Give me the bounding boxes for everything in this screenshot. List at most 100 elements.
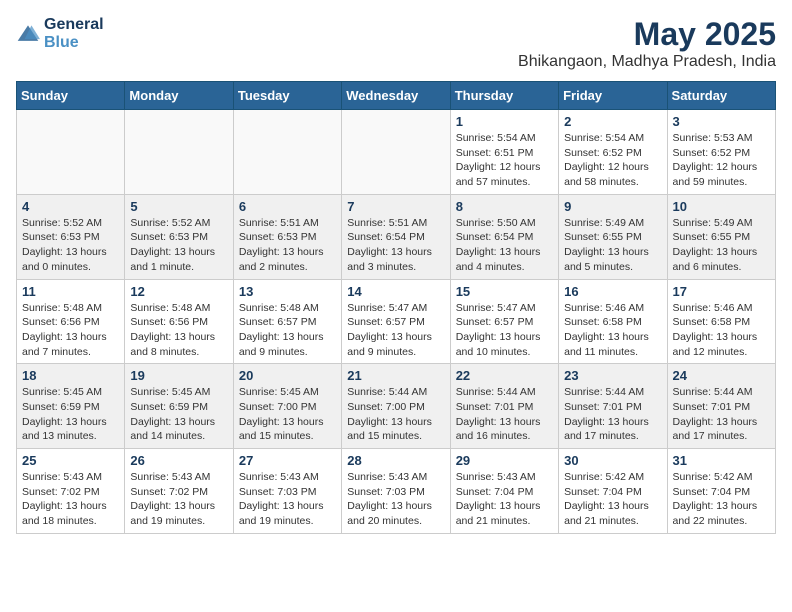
day-info: Sunrise: 5:52 AM Sunset: 6:53 PM Dayligh… bbox=[22, 216, 119, 275]
calendar-cell: 13 Sunrise: 5:48 AM Sunset: 6:57 PM Dayli… bbox=[233, 279, 341, 364]
day-number: 17 bbox=[673, 284, 770, 299]
calendar-cell: 24 Sunrise: 5:44 AM Sunset: 7:01 PM Dayli… bbox=[667, 364, 775, 449]
day-number: 4 bbox=[22, 199, 119, 214]
calendar-cell: 31 Sunrise: 5:42 AM Sunset: 7:04 PM Dayli… bbox=[667, 449, 775, 534]
calendar-cell: 2 Sunrise: 5:54 AM Sunset: 6:52 PM Daylig… bbox=[559, 110, 667, 195]
day-info: Sunrise: 5:47 AM Sunset: 6:57 PM Dayligh… bbox=[347, 301, 444, 360]
day-number: 6 bbox=[239, 199, 336, 214]
day-number: 10 bbox=[673, 199, 770, 214]
day-info: Sunrise: 5:44 AM Sunset: 7:01 PM Dayligh… bbox=[456, 385, 553, 444]
calendar-week-row: 11 Sunrise: 5:48 AM Sunset: 6:56 PM Dayli… bbox=[17, 279, 776, 364]
day-info: Sunrise: 5:54 AM Sunset: 6:51 PM Dayligh… bbox=[456, 131, 553, 190]
day-number: 24 bbox=[673, 368, 770, 383]
day-info: Sunrise: 5:45 AM Sunset: 6:59 PM Dayligh… bbox=[22, 385, 119, 444]
weekday-header: Friday bbox=[559, 82, 667, 110]
day-info: Sunrise: 5:51 AM Sunset: 6:53 PM Dayligh… bbox=[239, 216, 336, 275]
weekday-header: Monday bbox=[125, 82, 233, 110]
day-number: 2 bbox=[564, 114, 661, 129]
title-block: May 2025 Bhikangaon, Madhya Pradesh, Ind… bbox=[518, 16, 776, 71]
calendar-cell: 10 Sunrise: 5:49 AM Sunset: 6:55 PM Dayli… bbox=[667, 194, 775, 279]
day-info: Sunrise: 5:48 AM Sunset: 6:56 PM Dayligh… bbox=[130, 301, 227, 360]
day-info: Sunrise: 5:43 AM Sunset: 7:03 PM Dayligh… bbox=[239, 470, 336, 529]
day-info: Sunrise: 5:43 AM Sunset: 7:04 PM Dayligh… bbox=[456, 470, 553, 529]
calendar-cell: 27 Sunrise: 5:43 AM Sunset: 7:03 PM Dayli… bbox=[233, 449, 341, 534]
day-info: Sunrise: 5:54 AM Sunset: 6:52 PM Dayligh… bbox=[564, 131, 661, 190]
day-number: 13 bbox=[239, 284, 336, 299]
day-info: Sunrise: 5:46 AM Sunset: 6:58 PM Dayligh… bbox=[673, 301, 770, 360]
day-info: Sunrise: 5:50 AM Sunset: 6:54 PM Dayligh… bbox=[456, 216, 553, 275]
day-number: 9 bbox=[564, 199, 661, 214]
calendar-cell: 14Sunrise: 5:47 AM Sunset: 6:57 PM Dayli… bbox=[342, 279, 450, 364]
day-info: Sunrise: 5:53 AM Sunset: 6:52 PM Dayligh… bbox=[673, 131, 770, 190]
day-info: Sunrise: 5:44 AM Sunset: 7:01 PM Dayligh… bbox=[564, 385, 661, 444]
day-number: 27 bbox=[239, 453, 336, 468]
calendar-cell: 15 Sunrise: 5:47 AM Sunset: 6:57 PM Dayli… bbox=[450, 279, 558, 364]
logo: General Blue bbox=[16, 16, 104, 52]
calendar-cell: 7Sunrise: 5:51 AM Sunset: 6:54 PM Daylig… bbox=[342, 194, 450, 279]
calendar-cell: 19Sunrise: 5:45 AM Sunset: 6:59 PM Dayli… bbox=[125, 364, 233, 449]
day-number: 18 bbox=[22, 368, 119, 383]
day-info: Sunrise: 5:46 AM Sunset: 6:58 PM Dayligh… bbox=[564, 301, 661, 360]
day-number: 15 bbox=[456, 284, 553, 299]
day-info: Sunrise: 5:43 AM Sunset: 7:02 PM Dayligh… bbox=[22, 470, 119, 529]
day-number: 30 bbox=[564, 453, 661, 468]
weekday-header: Sunday bbox=[17, 82, 125, 110]
day-info: Sunrise: 5:43 AM Sunset: 7:03 PM Dayligh… bbox=[347, 470, 444, 529]
calendar-cell: 1 Sunrise: 5:54 AM Sunset: 6:51 PM Daylig… bbox=[450, 110, 558, 195]
logo-text: General Blue bbox=[44, 16, 104, 52]
weekday-header: Thursday bbox=[450, 82, 558, 110]
day-number: 23 bbox=[564, 368, 661, 383]
calendar-cell: 9 Sunrise: 5:49 AM Sunset: 6:55 PM Daylig… bbox=[559, 194, 667, 279]
day-info: Sunrise: 5:43 AM Sunset: 7:02 PM Dayligh… bbox=[130, 470, 227, 529]
weekday-header: Wednesday bbox=[342, 82, 450, 110]
calendar-cell: 26 Sunrise: 5:43 AM Sunset: 7:02 PM Dayli… bbox=[125, 449, 233, 534]
day-number: 12 bbox=[130, 284, 227, 299]
calendar-cell: 25 Sunrise: 5:43 AM Sunset: 7:02 PM Dayli… bbox=[17, 449, 125, 534]
calendar-week-row: 1 Sunrise: 5:54 AM Sunset: 6:51 PM Daylig… bbox=[17, 110, 776, 195]
day-number: 11 bbox=[22, 284, 119, 299]
day-info: Sunrise: 5:51 AM Sunset: 6:54 PM Dayligh… bbox=[347, 216, 444, 275]
day-info: Sunrise: 5:44 AM Sunset: 7:00 PM Dayligh… bbox=[347, 385, 444, 444]
day-info: Sunrise: 5:45 AM Sunset: 7:00 PM Dayligh… bbox=[239, 385, 336, 444]
day-number: 5 bbox=[130, 199, 227, 214]
day-number: 3 bbox=[673, 114, 770, 129]
weekday-header: Saturday bbox=[667, 82, 775, 110]
calendar-cell bbox=[125, 110, 233, 195]
day-info: Sunrise: 5:49 AM Sunset: 6:55 PM Dayligh… bbox=[673, 216, 770, 275]
calendar-cell: 20 Sunrise: 5:45 AM Sunset: 7:00 PM Dayli… bbox=[233, 364, 341, 449]
day-number: 29 bbox=[456, 453, 553, 468]
calendar-cell bbox=[17, 110, 125, 195]
weekday-header: Tuesday bbox=[233, 82, 341, 110]
day-number: 25 bbox=[22, 453, 119, 468]
calendar-header-row: SundayMondayTuesdayWednesdayThursdayFrid… bbox=[17, 82, 776, 110]
calendar-cell: 3 Sunrise: 5:53 AM Sunset: 6:52 PM Daylig… bbox=[667, 110, 775, 195]
calendar-cell: 22 Sunrise: 5:44 AM Sunset: 7:01 PM Dayli… bbox=[450, 364, 558, 449]
day-number: 19 bbox=[130, 368, 227, 383]
day-info: Sunrise: 5:47 AM Sunset: 6:57 PM Dayligh… bbox=[456, 301, 553, 360]
day-number: 1 bbox=[456, 114, 553, 129]
calendar-cell: 6 Sunrise: 5:51 AM Sunset: 6:53 PM Daylig… bbox=[233, 194, 341, 279]
day-number: 28 bbox=[347, 453, 444, 468]
day-info: Sunrise: 5:42 AM Sunset: 7:04 PM Dayligh… bbox=[673, 470, 770, 529]
calendar-cell: 30Sunrise: 5:42 AM Sunset: 7:04 PM Dayli… bbox=[559, 449, 667, 534]
day-info: Sunrise: 5:48 AM Sunset: 6:56 PM Dayligh… bbox=[22, 301, 119, 360]
calendar-cell bbox=[342, 110, 450, 195]
day-info: Sunrise: 5:52 AM Sunset: 6:53 PM Dayligh… bbox=[130, 216, 227, 275]
day-number: 16 bbox=[564, 284, 661, 299]
day-info: Sunrise: 5:48 AM Sunset: 6:57 PM Dayligh… bbox=[239, 301, 336, 360]
month-title: May 2025 bbox=[518, 16, 776, 53]
day-number: 22 bbox=[456, 368, 553, 383]
calendar-cell: 8Sunrise: 5:50 AM Sunset: 6:54 PM Daylig… bbox=[450, 194, 558, 279]
calendar-cell: 12 Sunrise: 5:48 AM Sunset: 6:56 PM Dayli… bbox=[125, 279, 233, 364]
calendar-cell: 16 Sunrise: 5:46 AM Sunset: 6:58 PM Dayli… bbox=[559, 279, 667, 364]
day-info: Sunrise: 5:44 AM Sunset: 7:01 PM Dayligh… bbox=[673, 385, 770, 444]
calendar-week-row: 25 Sunrise: 5:43 AM Sunset: 7:02 PM Dayli… bbox=[17, 449, 776, 534]
day-number: 31 bbox=[673, 453, 770, 468]
page-header: General Blue May 2025 Bhikangaon, Madhya… bbox=[16, 16, 776, 71]
calendar-cell: 23 Sunrise: 5:44 AM Sunset: 7:01 PM Dayli… bbox=[559, 364, 667, 449]
day-info: Sunrise: 5:49 AM Sunset: 6:55 PM Dayligh… bbox=[564, 216, 661, 275]
day-number: 26 bbox=[130, 453, 227, 468]
calendar-cell: 21Sunrise: 5:44 AM Sunset: 7:00 PM Dayli… bbox=[342, 364, 450, 449]
day-number: 20 bbox=[239, 368, 336, 383]
calendar-cell: 29 Sunrise: 5:43 AM Sunset: 7:04 PM Dayli… bbox=[450, 449, 558, 534]
